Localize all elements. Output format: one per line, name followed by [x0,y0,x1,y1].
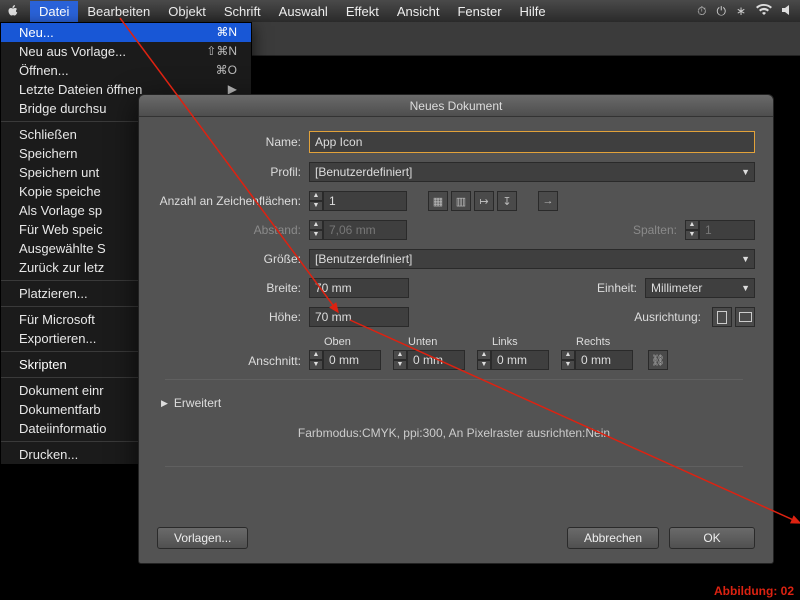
arrange-ltr-icon[interactable]: → [538,191,558,211]
arrange-down-icon[interactable]: ↧ [497,191,517,211]
height-input[interactable] [309,307,409,327]
dialog-title: Neues Dokument [139,95,773,117]
bleed-label: Anschnitt: [153,354,309,370]
profile-select[interactable]: [Benutzerdefiniert]▼ [309,162,755,182]
new-document-dialog: Neues Dokument Name: Profil: [Benutzerde… [138,94,774,564]
grid-by-col-icon[interactable]: ▥ [451,191,471,211]
figure-caption: Abbildung: 02 [714,584,794,598]
chevron-down-icon: ▼ [741,254,750,264]
columns-stepper: ▲▼ [685,220,755,240]
orientation-portrait-icon[interactable] [712,307,732,327]
menu-fenster[interactable]: Fenster [448,1,510,22]
ok-button[interactable]: OK [669,527,755,549]
chevron-down-icon: ▼ [741,167,750,177]
menubar: Datei Bearbeiten Objekt Schrift Auswahl … [0,0,800,22]
power-icon: ⏻ [716,4,726,19]
cancel-button[interactable]: Abbrechen [567,527,659,549]
height-label: Höhe: [153,310,309,324]
menu-item[interactable]: Neu aus Vorlage...⇧⌘N [1,42,251,61]
grid-by-row-icon[interactable]: ▦ [428,191,448,211]
columns-label: Spalten: [633,223,685,237]
menu-objekt[interactable]: Objekt [159,1,215,22]
apple-logo-icon [6,4,20,18]
spacing-stepper: ▲▼ [309,220,407,240]
triangle-right-icon: ▶ [161,398,168,409]
menu-effekt[interactable]: Effekt [337,1,388,22]
menu-auswahl[interactable]: Auswahl [270,1,337,22]
stopwatch-icon: ⏱ [697,4,706,19]
templates-button[interactable]: Vorlagen... [157,527,248,549]
menu-schrift[interactable]: Schrift [215,1,270,22]
bluetooth-icon: ∗ [736,4,746,18]
bleed-top-stepper[interactable]: ▲▼ [309,350,381,370]
artboards-label: Anzahl an Zeichenflächen: [153,194,309,208]
advanced-toggle[interactable]: ▶Erweitert [153,390,755,416]
bleed-right-stepper[interactable]: ▲▼ [561,350,633,370]
menu-ansicht[interactable]: Ansicht [388,1,449,22]
unit-label: Einheit: [597,281,645,295]
width-input[interactable] [309,278,409,298]
link-bleed-icon[interactable]: ⛓ [648,350,668,370]
menu-item[interactable]: Neu...⌘N [1,23,251,42]
document-summary: Farbmodus:CMYK, ppi:300, An Pixelraster … [153,416,755,462]
name-input[interactable] [309,131,755,153]
artboards-stepper[interactable]: ▲▼ [309,191,407,211]
wifi-icon [756,4,772,19]
volume-icon [782,4,794,19]
app-toolbar [252,22,800,56]
profile-label: Profil: [153,165,309,179]
width-label: Breite: [153,281,309,295]
bleed-left-stepper[interactable]: ▲▼ [477,350,549,370]
menu-bearbeiten[interactable]: Bearbeiten [78,1,159,22]
spacing-label: Abstand: [153,223,309,237]
name-label: Name: [153,135,309,149]
menu-item[interactable]: Öffnen...⌘O [1,61,251,80]
size-select[interactable]: [Benutzerdefiniert]▼ [309,249,755,269]
chevron-down-icon: ▼ [741,283,750,293]
bleed-bottom-stepper[interactable]: ▲▼ [393,350,465,370]
arrange-right-icon[interactable]: ↦ [474,191,494,211]
orientation-landscape-icon[interactable] [735,307,755,327]
menu-hilfe[interactable]: Hilfe [511,1,555,22]
unit-select[interactable]: Millimeter▼ [645,278,755,298]
orientation-label: Ausrichtung: [634,310,709,324]
menu-datei[interactable]: Datei [30,1,78,22]
size-label: Größe: [153,252,309,266]
